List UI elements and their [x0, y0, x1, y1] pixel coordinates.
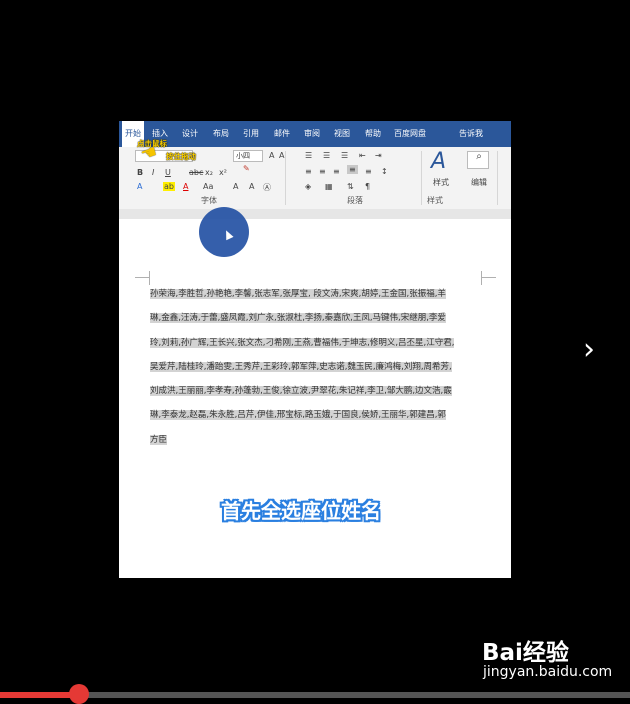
search-icon[interactable]: ⌕ [467, 151, 489, 169]
grow-font-icon[interactable]: A [269, 151, 274, 160]
selected-text: 方臣 [150, 434, 168, 445]
highlight-icon[interactable]: ab [163, 182, 175, 191]
tab-5[interactable]: 引用 [243, 121, 259, 147]
clear-format-icon[interactable]: ✎ [243, 164, 250, 173]
shading-icon[interactable]: ◈ [305, 182, 311, 191]
document-line: 玲,刘莉,孙广辉,王长兴,张文杰,刁希刚,王燕,曹福伟,于坤志,修明义,吕丕星,… [150, 331, 483, 355]
document-line: 吴爱芹,陆桂玲,潘跆雯,王秀芹,王彩玲,郭军萍,史志诺,魏玉民,廉鸿梅,刘翔,周… [150, 355, 483, 379]
baidu-jingyan-logo: Bai经验 [482, 640, 569, 666]
align-right-icon[interactable]: ≡ [333, 167, 340, 176]
numbering-icon[interactable]: ☰ [323, 151, 330, 160]
margin-mark [135, 277, 149, 278]
watermark-site: jingyan.baidu.com [483, 664, 613, 680]
chevron-right-icon[interactable]: › [583, 333, 607, 367]
strikethrough-icon[interactable]: abc [189, 168, 203, 177]
font-shade-icon[interactable]: Aa [203, 182, 213, 191]
superscript-icon[interactable]: x² [219, 168, 227, 177]
video-caption: 首先全选座位姓名 [221, 499, 381, 523]
selected-text-block[interactable]: 孙荣海,李胜哲,孙艳艳,李馨,张志军,张厚宝, 段文涛,宋爽,胡婷,王金国,张振… [150, 282, 483, 452]
tab-7[interactable]: 审阅 [304, 121, 320, 147]
distributed-icon[interactable]: ≡ [365, 167, 372, 176]
char-border-icon[interactable]: A [249, 182, 254, 191]
show-marks-icon[interactable]: ¶ [365, 182, 370, 191]
text-effect-icon[interactable]: A [137, 182, 142, 191]
tab-3[interactable]: 设计 [182, 121, 198, 147]
progress-track[interactable] [0, 692, 630, 698]
bold-icon[interactable]: B [137, 168, 143, 177]
phonetic-icon[interactable]: A [233, 182, 238, 191]
styles-icon[interactable]: A [431, 149, 446, 174]
decrease-indent-icon[interactable]: ⇤ [359, 151, 366, 160]
line-spacing-icon[interactable]: ↕ [381, 167, 388, 176]
align-center-icon[interactable]: ≡ [319, 167, 326, 176]
enclose-char-icon[interactable]: Ⓐ [263, 182, 271, 193]
tab-6[interactable]: 邮件 [274, 121, 290, 147]
tab-8[interactable]: 视图 [334, 121, 350, 147]
document-line: 方臣 [150, 428, 483, 452]
document-line: 刘成洪,王丽丽,李孝寿,孙蓬勃,王俊,徐立波,尹翠花,朱记祥,李卫,邹大鹏,边文… [150, 379, 483, 403]
styles-label[interactable]: 样式 [433, 177, 449, 188]
ruler [119, 209, 511, 219]
paragraph-group-label: 段落 [347, 196, 363, 205]
group-divider [497, 151, 498, 205]
progress-knob[interactable] [69, 684, 90, 704]
margin-mark [482, 277, 496, 278]
video-frame: 开始 插入 设计 布局 引用 邮件 审阅 视图 帮助 百度网盘 告诉我 小四 A A B I U a… [119, 121, 511, 578]
document-line: 琳,李泰龙,赵磊,朱永胜,吕芹,伊佳,邢宝标,路玉娥,于国良,侯娇,王丽华,郭建… [150, 403, 483, 427]
justify-icon[interactable]: ≡ [347, 165, 358, 174]
selected-text: 刘成洪,王丽丽,李孝寿,孙蓬勃,王俊,徐立波,尹翠花,朱记祥,李卫,邹大鹏,边文… [150, 386, 452, 397]
bullets-icon[interactable]: ☰ [305, 151, 312, 160]
edit-label[interactable]: 编辑 [471, 177, 487, 188]
progress-fill [0, 692, 80, 698]
selected-text: 吴爱芹,陆桂玲,潘跆雯,王秀芹,王彩玲,郭军萍,史志诺,魏玉民,廉鸿梅,刘翔,周… [150, 361, 452, 372]
selected-text: 孙荣海,李胜哲,孙艳艳,李馨,张志军,张厚宝, 段文涛,宋爽,胡婷,王金国,张振… [150, 289, 446, 299]
increase-indent-icon[interactable]: ⇥ [375, 151, 382, 160]
ribbon-tab-bar: 开始 插入 设计 布局 引用 邮件 审阅 视图 帮助 百度网盘 告诉我 [119, 121, 511, 147]
shrink-font-icon[interactable]: A [279, 151, 284, 160]
italic-icon[interactable]: I [152, 168, 154, 177]
selected-text: 琳,李泰龙,赵磊,朱永胜,吕芹,伊佳,邢宝标,路玉娥,于国良,侯娇,王丽华,郭建… [150, 410, 446, 421]
document-line: 琳,金鑫,汪涛,于蕾,盛凤霞,刘广永,张淑杜,李扬,秦嘉欣,王凤,马键伟,宋继朋… [150, 306, 483, 330]
font-color-icon[interactable]: A [183, 182, 188, 191]
document-line: 孙荣海,李胜哲,孙艳艳,李馨,张志军,张厚宝, 段文涛,宋爽,胡婷,王金国,张振… [150, 282, 483, 306]
subscript-icon[interactable]: x₂ [205, 168, 213, 177]
selected-text: 玲,刘莉,孙广辉,王长兴,张文杰,刁希刚,王燕,曹福伟,于坤志,修明义,吕丕星,… [150, 337, 455, 348]
tab-9[interactable]: 帮助 [365, 121, 381, 147]
font-size-box[interactable]: 小四 [233, 150, 263, 162]
tab-10[interactable]: 百度网盘 [394, 121, 426, 147]
align-left-icon[interactable]: ≡ [305, 167, 312, 176]
underline-icon[interactable]: U [165, 168, 171, 177]
borders-icon[interactable]: ▦ [325, 182, 333, 191]
styles-group-label: 样式 [427, 196, 443, 205]
tab-11[interactable]: 告诉我 [459, 121, 483, 147]
multilevel-list-icon[interactable]: ☰ [341, 151, 348, 160]
annotation-line: 按住拖动 [166, 152, 196, 161]
tab-4[interactable]: 布局 [213, 121, 229, 147]
sort-icon[interactable]: ⇅ [347, 182, 354, 191]
group-divider [285, 151, 286, 205]
font-group-label: 字体 [201, 196, 217, 205]
font-size-value: 小四 [236, 152, 250, 160]
group-divider [421, 151, 422, 205]
selected-text: 琳,金鑫,汪涛,于蕾,盛凤霞,刘广永,张淑杜,李扬,秦嘉欣,王凤,马键伟,宋继朋… [150, 313, 446, 324]
